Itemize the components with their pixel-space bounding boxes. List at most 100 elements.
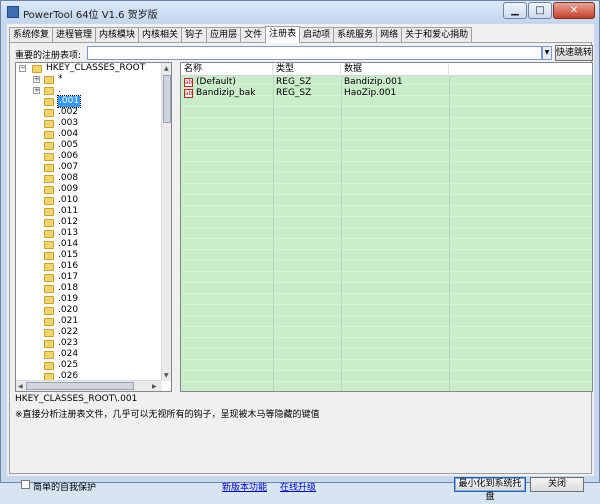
tree-item[interactable]: .009 (58, 184, 78, 195)
info-note: ※直接分析注册表文件，几乎可以无视所有的钩子，呈现被木马等隐藏的键值 (15, 410, 320, 420)
tab-4[interactable]: 内核相关 (138, 27, 183, 43)
tree-item[interactable]: .023 (58, 338, 78, 349)
tree-item[interactable]: .024 (58, 349, 78, 360)
tree-item[interactable]: .022 (58, 327, 78, 338)
tab-9[interactable]: 启动项 (299, 27, 335, 43)
tree-item[interactable]: .021 (58, 316, 78, 327)
online-upgrade-link[interactable]: 在线升级 (280, 480, 316, 493)
minimize-to-tray-button[interactable]: 最小化到系统托盘 (454, 477, 526, 502)
collapse-root-icon[interactable]: − (19, 65, 26, 72)
tree-item[interactable]: .015 (58, 250, 78, 261)
folder-icon (44, 208, 54, 216)
tree-item[interactable]: .012 (58, 217, 78, 228)
self-protect-checkbox[interactable] (21, 480, 30, 489)
maximize-button[interactable]: □ (528, 2, 552, 19)
tree-item[interactable]: .018 (58, 283, 78, 294)
folder-icon (44, 340, 54, 348)
folder-icon (44, 164, 54, 172)
tab-6[interactable]: 应用层 (206, 27, 242, 43)
tree-item[interactable]: .001 (56, 95, 82, 108)
tree-item[interactable]: .017 (58, 272, 78, 283)
folder-icon (44, 351, 54, 359)
registry-values-list[interactable]: 名称 类型 数据 ab (Default) REG_SZ Bandizip.001 ab… (180, 62, 593, 392)
scroll-right-arrow-icon[interactable]: ▶ (152, 383, 157, 390)
tree-item[interactable]: .013 (58, 228, 78, 239)
folder-icon (44, 142, 54, 150)
registry-tree[interactable]: − HKEY_CLASSES_ROOT + * + . .001.002.003… (15, 62, 172, 392)
important-keys-label: 重要的注册表项: (15, 51, 82, 61)
tree-item-star[interactable]: * (58, 74, 63, 85)
cell-data: Bandizip.001 (344, 77, 403, 87)
client-area: 系统修复 进程管理 内核模块 内核相关 钩子 应用层 文件 注册表 启动项 系统服务 网络 关于和爱心… (7, 24, 594, 502)
tree-item[interactable]: .005 (58, 140, 78, 151)
folder-icon (44, 131, 54, 139)
folder-icon (44, 285, 54, 293)
folder-icon (44, 296, 54, 304)
tab-8[interactable]: 注册表 (265, 26, 301, 43)
tree-item[interactable]: .007 (58, 162, 78, 173)
tree-item[interactable]: .002 (58, 107, 78, 118)
folder-dot-icon (44, 87, 54, 95)
quick-jump-button[interactable]: 快速跳转 (555, 45, 593, 61)
tab-1[interactable]: 系统修复 (9, 27, 54, 43)
tab-strip: 系统修复 进程管理 内核模块 内核相关 钩子 应用层 文件 注册表 启动项 系统服务 网络 关于和爱心… (9, 26, 473, 43)
tree-item[interactable]: .014 (58, 239, 78, 250)
close-button[interactable]: 关闭 (530, 477, 584, 492)
scroll-left-arrow-icon[interactable]: ◀ (18, 383, 23, 390)
tab-10[interactable]: 系统服务 (333, 27, 378, 43)
tree-item[interactable]: .016 (58, 261, 78, 272)
tree-item[interactable]: .011 (58, 206, 78, 217)
folder-icon (44, 362, 54, 370)
cell-name: (Default) (196, 77, 236, 87)
tree-items: − HKEY_CLASSES_ROOT + * + . .001.002.003… (16, 63, 162, 381)
folder-icon (44, 175, 54, 183)
tree-root-hkcr[interactable]: HKEY_CLASSES_ROOT (46, 63, 145, 74)
tab-7[interactable]: 文件 (240, 27, 267, 43)
tab-11[interactable]: 网络 (376, 27, 403, 43)
tree-item[interactable]: .019 (58, 294, 78, 305)
folder-star-icon (44, 76, 54, 84)
folder-icon (44, 307, 54, 315)
column-header-name[interactable]: 名称 (181, 63, 273, 76)
tree-item[interactable]: .004 (58, 129, 78, 140)
tab-5[interactable]: 钩子 (181, 27, 208, 43)
tree-item[interactable]: .006 (58, 151, 78, 162)
folder-icon (44, 230, 54, 238)
list-row[interactable]: ab Bandizip_bak REG_SZ HaoZip.001 (181, 88, 592, 99)
folder-icon (44, 153, 54, 161)
root-folder-icon (32, 65, 42, 73)
tree-hscroll-thumb[interactable] (26, 382, 134, 390)
list-row[interactable]: ab (Default) REG_SZ Bandizip.001 (181, 77, 592, 88)
tree-item[interactable]: .010 (58, 195, 78, 206)
tab-3[interactable]: 内核模块 (95, 27, 140, 43)
new-version-link[interactable]: 新版本功能 (222, 480, 267, 493)
folder-icon (44, 252, 54, 260)
tree-item[interactable]: .020 (58, 305, 78, 316)
tree-item[interactable]: .025 (58, 360, 78, 371)
important-keys-combo[interactable] (87, 46, 542, 60)
minimize-button[interactable]: ▁ (503, 2, 527, 19)
combo-dropdown-arrow-icon[interactable]: ▼ (542, 46, 552, 60)
string-value-icon: ab (184, 89, 193, 98)
tree-item[interactable]: .008 (58, 173, 78, 184)
tab-12[interactable]: 关于和爱心捐助 (401, 27, 473, 43)
cell-type: REG_SZ (276, 77, 312, 87)
expand-star-icon[interactable]: + (33, 76, 40, 83)
folder-icon (44, 263, 54, 271)
scroll-up-arrow-icon[interactable]: ▲ (164, 65, 169, 72)
close-window-button[interactable]: ✕ (553, 2, 595, 19)
column-header-data[interactable]: 数据 (341, 63, 449, 76)
column-divider (273, 76, 274, 391)
tree-horizontal-scrollbar[interactable]: ◀ ▶ (16, 380, 162, 391)
tree-item[interactable]: .003 (58, 118, 78, 129)
expand-dot-icon[interactable]: + (33, 87, 40, 94)
title-bar[interactable]: PowerTool 64位 V1.6 贺岁版 ▁ □ ✕ (1, 1, 599, 23)
tab-2[interactable]: 进程管理 (52, 27, 97, 43)
column-header-type[interactable]: 类型 (273, 63, 341, 76)
window-controls: ▁ □ ✕ (502, 2, 595, 19)
list-header: 名称 类型 数据 (181, 63, 592, 76)
tree-vertical-scrollbar[interactable]: ▲ ▼ (161, 63, 171, 381)
tree-vscroll-thumb[interactable] (163, 75, 171, 123)
tree-item-dot[interactable]: . (58, 85, 61, 96)
scroll-down-arrow-icon[interactable]: ▼ (164, 372, 169, 379)
